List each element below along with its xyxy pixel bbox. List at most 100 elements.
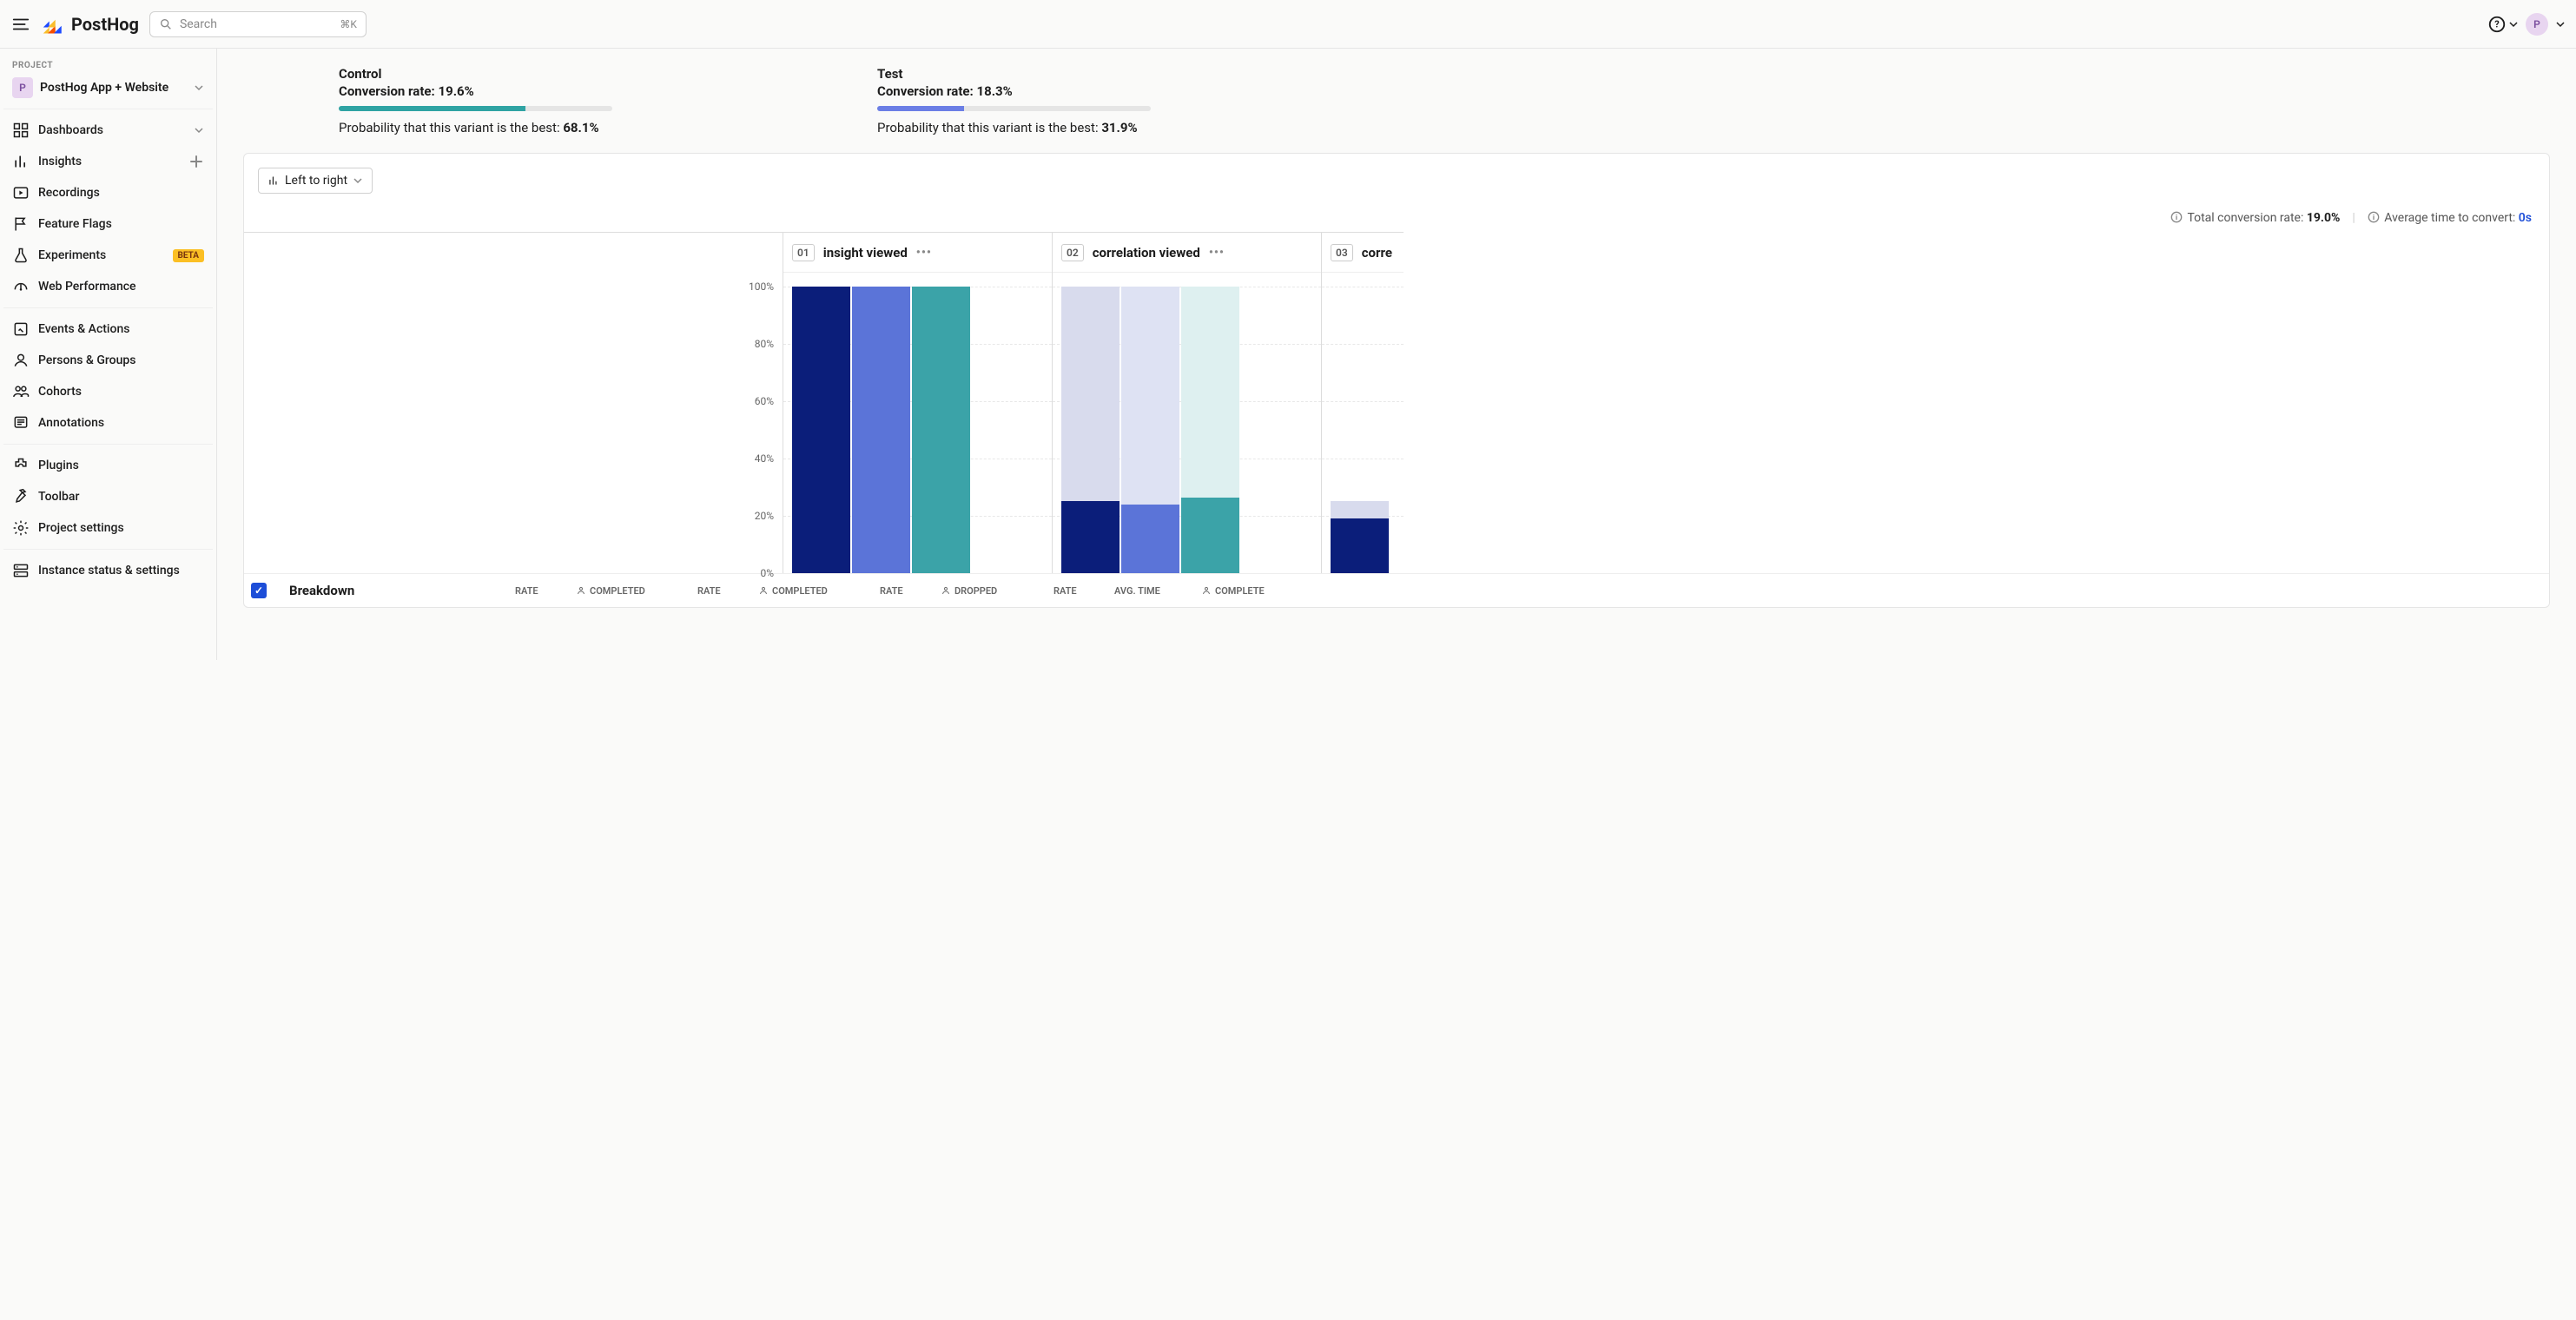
sidebar-item-project-settings[interactable]: Project settings: [3, 512, 213, 544]
project-switcher[interactable]: P PostHog App + Website: [3, 72, 213, 103]
help-button[interactable]: ?: [2487, 15, 2519, 34]
funnel-steps: 01 insight viewed •••: [783, 232, 2549, 573]
sidebar-item-toolbar[interactable]: Toolbar: [3, 481, 213, 512]
col-completed[interactable]: COMPLETED: [565, 574, 687, 607]
variant-rate: Conversion rate: 18.3%: [877, 83, 1155, 99]
chevron-down-icon[interactable]: [2555, 19, 2566, 30]
project-name: PostHog App + Website: [40, 81, 187, 96]
col-complete[interactable]: COMPLETE: [1191, 574, 1312, 607]
y-tick: 20%: [755, 510, 774, 522]
sidebar-item-label: Insights: [38, 155, 180, 168]
col-rate[interactable]: RATE: [869, 574, 930, 607]
sidebar-item-label: Plugins: [38, 459, 204, 472]
col-avg-time[interactable]: AVG. TIME: [1104, 574, 1191, 607]
beta-badge: BETA: [173, 249, 205, 262]
table-header: ✓ Breakdown RATE COMPLETED RATE COMPLETE…: [244, 573, 2549, 607]
header: PostHog Search ⌘K ? P: [0, 0, 2576, 49]
bar-test: [1181, 498, 1239, 573]
gear-icon: [12, 519, 30, 537]
y-tick: 100%: [749, 280, 774, 293]
sidebar-item-label: Feature Flags: [38, 217, 204, 231]
bar-test: [912, 287, 970, 573]
sidebar-item-label: Toolbar: [38, 490, 204, 504]
plugin-icon: [12, 457, 30, 474]
checkbox-checked-icon: ✓: [251, 583, 267, 598]
search-input[interactable]: Search ⌘K: [149, 11, 367, 37]
direction-selector[interactable]: Left to right: [258, 168, 373, 194]
avatar[interactable]: P: [2526, 13, 2548, 36]
y-tick: 40%: [755, 452, 774, 465]
more-icon[interactable]: •••: [1209, 246, 1225, 260]
plus-icon[interactable]: [188, 154, 204, 169]
sidebar-item-insights[interactable]: Insights: [3, 146, 213, 177]
sidebar-item-experiments[interactable]: Experiments BETA: [3, 240, 213, 271]
person-icon: [12, 352, 30, 369]
person-icon: [941, 585, 951, 596]
sidebar-item-instance[interactable]: Instance status & settings: [3, 555, 213, 586]
breakdown-checkbox[interactable]: ✓: [244, 574, 279, 607]
col-dropped[interactable]: DROPPED: [930, 574, 1043, 607]
sidebar-item-web-performance[interactable]: Web Performance: [3, 271, 213, 302]
search-shortcut: ⌘K: [340, 18, 357, 30]
cohorts-icon: [12, 383, 30, 400]
col-rate[interactable]: RATE: [505, 574, 565, 607]
help-icon: ?: [2487, 15, 2507, 34]
total-conversion: Total conversion rate: 19.0%: [2170, 211, 2340, 225]
brand-logo[interactable]: PostHog: [42, 12, 139, 36]
toolbar-icon: [12, 488, 30, 505]
sidebar-item-dashboards[interactable]: Dashboards: [3, 115, 213, 146]
variant-title: Control: [339, 66, 617, 82]
bar-all: [792, 287, 850, 573]
sidebar-item-label: Project settings: [38, 521, 204, 535]
col-rate[interactable]: RATE: [1043, 574, 1104, 607]
sidebar-item-feature-flags[interactable]: Feature Flags: [3, 208, 213, 240]
step-number: 01: [792, 244, 815, 261]
more-icon[interactable]: •••: [916, 246, 932, 260]
sidebar-item-cohorts[interactable]: Cohorts: [3, 376, 213, 407]
sidebar-item-label: Events & Actions: [38, 322, 204, 336]
step-title: insight viewed: [823, 245, 908, 261]
instance-icon: [12, 562, 30, 579]
col-rate[interactable]: RATE: [687, 574, 748, 607]
progress-fill: [877, 106, 964, 111]
sidebar-item-label: Recordings: [38, 186, 204, 200]
variant-title: Test: [877, 66, 1155, 82]
progress-bar: [339, 106, 612, 111]
info-icon: [2170, 211, 2183, 223]
svg-text:?: ?: [2494, 18, 2500, 30]
funnel-card: Left to right Total conversion rate: 19.…: [243, 153, 2550, 608]
brand-text: PostHog: [71, 14, 139, 35]
events-icon: [12, 320, 30, 338]
sidebar-item-events[interactable]: Events & Actions: [3, 314, 213, 345]
col-breakdown[interactable]: Breakdown: [279, 574, 505, 607]
y-tick: 0%: [760, 567, 774, 579]
person-icon: [1201, 585, 1212, 596]
sidebar: PROJECT P PostHog App + Website Dashboar…: [0, 49, 217, 660]
search-placeholder: Search: [180, 17, 333, 31]
chevron-down-icon: [353, 175, 363, 186]
sidebar-item-annotations[interactable]: Annotations: [3, 407, 213, 439]
variant-control: Control Conversion rate: 19.6% Probabili…: [339, 66, 617, 135]
bar-control: [852, 287, 910, 573]
search-icon: [159, 17, 173, 31]
sidebar-item-recordings[interactable]: Recordings: [3, 177, 213, 208]
variants-summary: Control Conversion rate: 19.6% Probabili…: [217, 49, 2576, 144]
dashboard-icon: [12, 122, 30, 139]
sidebar-item-persons[interactable]: Persons & Groups: [3, 345, 213, 376]
sidebar-item-label: Persons & Groups: [38, 353, 204, 367]
y-axis: 100% 80% 60% 40% 20% 0%: [244, 232, 783, 573]
chevron-down-icon: [194, 82, 204, 93]
variant-test: Test Conversion rate: 18.3% Probability …: [877, 66, 1155, 135]
info-icon: [2368, 211, 2380, 223]
variant-probability: Probability that this variant is the bes…: [877, 120, 1155, 135]
sidebar-section-label: PROJECT: [3, 54, 213, 72]
variant-probability: Probability that this variant is the bes…: [339, 120, 617, 135]
sidebar-item-label: Annotations: [38, 416, 204, 430]
funnel-meta: Total conversion rate: 19.0% | Average t…: [244, 208, 2549, 232]
sidebar-item-label: Web Performance: [38, 280, 204, 294]
variant-rate: Conversion rate: 19.6%: [339, 83, 617, 99]
menu-toggle[interactable]: [10, 14, 31, 35]
flask-icon: [12, 247, 30, 264]
sidebar-item-plugins[interactable]: Plugins: [3, 450, 213, 481]
y-tick: 80%: [755, 338, 774, 350]
